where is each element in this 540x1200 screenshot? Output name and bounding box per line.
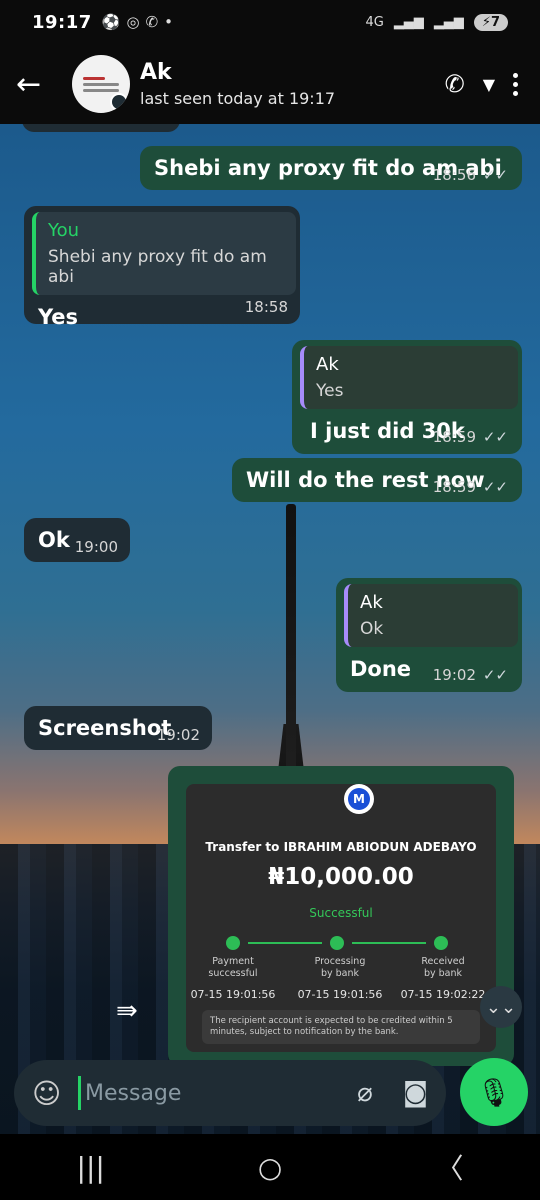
check-circle-icon [226,936,240,950]
message-bubble-incoming[interactable]: Screenshot 19:02 [24,706,212,750]
progress-line [352,942,426,944]
message-text: I just did 30k [310,419,465,443]
progress-track [226,936,458,950]
recent-apps-icon[interactable]: ||| [77,1151,105,1184]
check-circle-icon [330,936,344,950]
message-time: 18:59 [432,428,476,446]
contact-name: Ak [140,60,172,85]
quote-text: Shebi any proxy fit do am abi [48,247,267,287]
microphone-icon: 🎙 [476,1075,512,1109]
message-text: Ok [38,528,70,552]
quoted-message[interactable]: Ak Ok [344,584,518,647]
message-bubble-outgoing[interactable]: Ak Yes I just did 30k 18:59 ✓✓ [292,340,522,454]
text-cursor [78,1076,81,1110]
message-composer: ☺ ⌀ ◙ [14,1060,446,1126]
status-bar: 19:17 ⚽ ◎ ✆ • 4G ▂▄▆ ▂▄▆ ⚡7 [0,0,540,44]
step-label: Received by bank [421,956,465,979]
quote-author: You [48,220,80,241]
battery-icon: ⚡7 [473,13,508,31]
check-circle-icon [434,936,448,950]
image-message-bubble[interactable]: M Transfer to IBRAHIM ABIODUN ADEBAYO ₦1… [168,766,514,1066]
header-actions: ✆ ▼ [445,70,540,98]
step-label: Payment successful [208,956,258,979]
quote-text: Ok [360,619,384,639]
chat-area[interactable]: Shebi any proxy fit do am abi 18:56 ✓✓ Y… [0,124,540,1134]
last-seen: last seen today at 19:17 [140,89,336,108]
signal-icon: ▂▄▆ [393,14,424,30]
double-check-icon: ✓✓ [482,166,508,184]
bank-logo-icon: M [344,784,374,814]
progress-line [248,942,322,944]
step-time: 07-15 19:02:22 [400,988,486,1001]
scroll-to-bottom-button[interactable]: ⌄⌄ [480,986,522,1028]
whatsapp-icon: ✆ [145,13,159,31]
transfer-receipt-image[interactable]: M Transfer to IBRAHIM ABIODUN ADEBAYO ₦1… [186,784,496,1052]
chevron-down-icon[interactable]: ▼ [483,75,495,94]
more-options-icon[interactable] [513,72,518,96]
back-arrow-icon[interactable]: ← [16,67,56,102]
double-check-icon: ✓✓ [482,478,508,496]
message-time: 19:00 [74,538,118,556]
message-bubble-outgoing[interactable]: Will do the rest now 18:59 ✓✓ [232,458,522,502]
receipt-status: Successful [309,906,373,920]
quoted-message[interactable]: You Shebi any proxy fit do am abi [32,212,296,295]
message-time: 19:02 [156,726,200,744]
message-time: 18:56 [432,166,476,184]
quote-author: Ak [316,354,339,375]
double-chevron-down-icon: ⌄⌄ [485,996,517,1018]
message-time: 19:02 [432,666,476,684]
message-bubble-incoming[interactable]: Ok 19:00 [24,518,130,562]
check-circle-icon: ◎ [126,13,140,31]
status-time: 19:17 [32,11,92,33]
contact-info[interactable]: Ak last seen today at 19:17 [140,60,335,108]
receipt-notice: The recipient account is expected to be … [202,1010,480,1044]
double-check-icon: ✓✓ [482,666,508,684]
message-bubble-incoming[interactable]: You Shebi any proxy fit do am abi Yes 18… [24,206,300,329]
camera-icon[interactable]: ◙ [403,1078,428,1108]
system-icons: 4G ▂▄▆ ▂▄▆ ⚡7 [365,13,508,31]
quote-author: Ak [360,592,383,613]
message-input[interactable] [83,1079,307,1107]
sticker-icon[interactable]: ☺ [32,1077,72,1110]
step-label: Processing by bank [314,956,366,979]
battery-level: 7 [490,14,500,30]
back-icon[interactable]: 〈 [435,1147,463,1187]
dot-icon: • [164,13,174,31]
football-icon: ⚽ [101,13,121,31]
double-check-icon: ✓✓ [482,428,508,446]
phone-call-icon[interactable]: ✆ [445,70,465,98]
partial-message-bubble[interactable] [22,124,180,132]
avatar[interactable] [72,55,130,113]
forward-icon[interactable]: ⇛ [116,996,138,1026]
message-text: Screenshot [38,716,172,740]
message-time: 18:58 [244,298,288,316]
navigation-bar: ||| ○ 〈 [0,1134,540,1200]
message-time: 18:59 [432,478,476,496]
quote-text: Yes [316,381,344,401]
step-time: 07-15 19:01:56 [190,988,276,1001]
notification-icons: ⚽ ◎ ✆ • [102,13,173,31]
avatar-image [83,74,119,95]
voice-message-button[interactable]: 🎙 [460,1058,528,1126]
message-bubble-outgoing[interactable]: Shebi any proxy fit do am abi 18:56 ✓✓ [140,146,522,190]
home-icon[interactable]: ○ [258,1151,282,1184]
status-ring-icon [110,93,128,111]
signal-icon-2: ▂▄▆ [433,14,464,30]
network-type: 4G [365,14,384,30]
step-time: 07-15 19:01:56 [297,988,383,1001]
receipt-amount: ₦10,000.00 [268,864,414,890]
chat-header: ← Ak last seen today at 19:17 ✆ ▼ [0,44,540,124]
quoted-message[interactable]: Ak Yes [300,346,518,409]
message-bubble-outgoing[interactable]: Ak Ok Done 19:02 ✓✓ [336,578,522,692]
receipt-title: Transfer to IBRAHIM ABIODUN ADEBAYO [205,840,477,854]
attachment-icon[interactable]: ⌀ [357,1078,373,1108]
